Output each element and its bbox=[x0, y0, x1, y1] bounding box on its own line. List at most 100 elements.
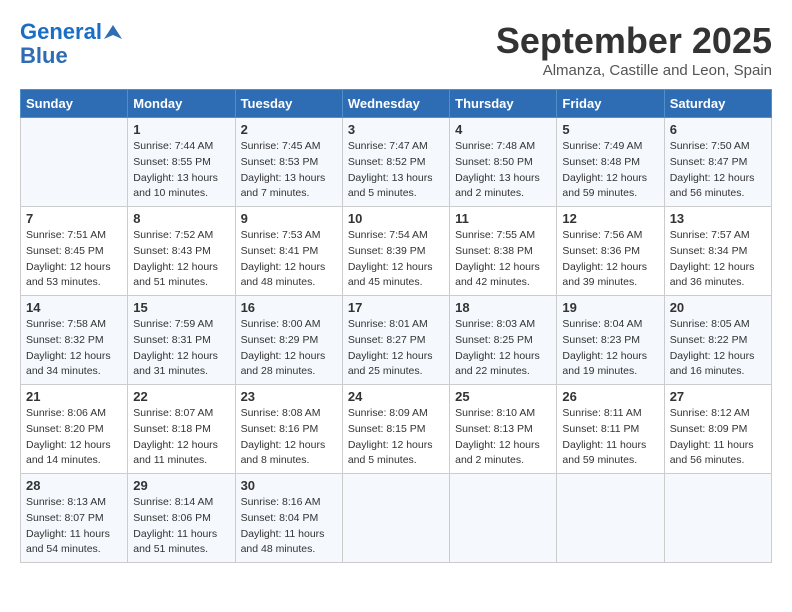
sunset-text: Sunset: 8:22 PM bbox=[670, 334, 748, 346]
day-number: 20 bbox=[670, 300, 766, 315]
sunset-text: Sunset: 8:06 PM bbox=[133, 512, 211, 524]
day-info: Sunrise: 8:10 AMSunset: 8:13 PMDaylight:… bbox=[455, 406, 551, 469]
calendar-cell: 9Sunrise: 7:53 AMSunset: 8:41 PMDaylight… bbox=[235, 207, 342, 296]
sunrise-text: Sunrise: 8:14 AM bbox=[133, 496, 213, 508]
week-row-0: 1Sunrise: 7:44 AMSunset: 8:55 PMDaylight… bbox=[21, 118, 772, 207]
sunset-text: Sunset: 8:20 PM bbox=[26, 423, 104, 435]
logo-text: General bbox=[20, 20, 102, 44]
calendar-cell: 12Sunrise: 7:56 AMSunset: 8:36 PMDayligh… bbox=[557, 207, 664, 296]
sunrise-text: Sunrise: 7:57 AM bbox=[670, 229, 750, 241]
day-info: Sunrise: 7:51 AMSunset: 8:45 PMDaylight:… bbox=[26, 228, 122, 291]
sunrise-text: Sunrise: 8:03 AM bbox=[455, 318, 535, 330]
calendar-cell: 7 Sunrise: 7:51 AMSunset: 8:45 PMDaylight… bbox=[21, 207, 128, 296]
day-number: 4 bbox=[455, 122, 551, 137]
daylight-text: Daylight: 12 hours and 2 minutes. bbox=[455, 439, 540, 467]
sunset-text: Sunset: 8:38 PM bbox=[455, 245, 533, 257]
day-info: Sunrise: 7:50 AMSunset: 8:47 PMDaylight:… bbox=[670, 139, 766, 202]
sunrise-text: Sunrise: 8:10 AM bbox=[455, 407, 535, 419]
day-number: 23 bbox=[241, 389, 337, 404]
sunrise-text: Sunrise: 8:16 AM bbox=[241, 496, 321, 508]
calendar-cell: 3Sunrise: 7:47 AMSunset: 8:52 PMDaylight… bbox=[342, 118, 449, 207]
header-friday: Friday bbox=[557, 90, 664, 118]
daylight-text: Daylight: 12 hours and 31 minutes. bbox=[133, 350, 218, 378]
calendar-cell: 25 Sunrise: 8:10 AMSunset: 8:13 PMDayligh… bbox=[450, 385, 557, 474]
sunset-text: Sunset: 8:41 PM bbox=[241, 245, 319, 257]
daylight-text: Daylight: 11 hours and 51 minutes. bbox=[133, 528, 217, 556]
sunrise-text: Sunrise: 7:45 AM bbox=[241, 140, 321, 152]
sunset-text: Sunset: 8:18 PM bbox=[133, 423, 211, 435]
calendar-cell: 27Sunrise: 8:12 AMSunset: 8:09 PMDayligh… bbox=[664, 385, 771, 474]
logo-blue-text: Blue bbox=[20, 44, 122, 68]
daylight-text: Daylight: 12 hours and 34 minutes. bbox=[26, 350, 111, 378]
calendar-cell: 30Sunrise: 8:16 AMSunset: 8:04 PMDayligh… bbox=[235, 474, 342, 563]
day-info: Sunrise: 7:55 AMSunset: 8:38 PMDaylight:… bbox=[455, 228, 551, 291]
day-number: 24 bbox=[348, 389, 444, 404]
header-tuesday: Tuesday bbox=[235, 90, 342, 118]
header-monday: Monday bbox=[128, 90, 235, 118]
day-info: Sunrise: 8:04 AMSunset: 8:23 PMDaylight:… bbox=[562, 317, 658, 380]
header-saturday: Saturday bbox=[664, 90, 771, 118]
sunset-text: Sunset: 8:04 PM bbox=[241, 512, 319, 524]
sunrise-text: Sunrise: 8:11 AM bbox=[562, 407, 641, 419]
daylight-text: Daylight: 11 hours and 48 minutes. bbox=[241, 528, 325, 556]
sunset-text: Sunset: 8:29 PM bbox=[241, 334, 319, 346]
day-number: 3 bbox=[348, 122, 444, 137]
calendar-cell: 20 Sunrise: 8:05 AMSunset: 8:22 PMDayligh… bbox=[664, 296, 771, 385]
sunrise-text: Sunrise: 8:01 AM bbox=[348, 318, 428, 330]
daylight-text: Daylight: 12 hours and 51 minutes. bbox=[133, 261, 218, 289]
sunset-text: Sunset: 8:23 PM bbox=[562, 334, 640, 346]
day-number: 27 bbox=[670, 389, 766, 404]
calendar-table: SundayMondayTuesdayWednesdayThursdayFrid… bbox=[20, 89, 772, 563]
sunset-text: Sunset: 8:11 PM bbox=[562, 423, 639, 435]
sunset-text: Sunset: 8:48 PM bbox=[562, 156, 640, 168]
sunrise-text: Sunrise: 7:49 AM bbox=[562, 140, 642, 152]
calendar-cell: 18Sunrise: 8:03 AMSunset: 8:25 PMDayligh… bbox=[450, 296, 557, 385]
day-info: Sunrise: 8:00 AMSunset: 8:29 PMDaylight:… bbox=[241, 317, 337, 380]
sunrise-text: Sunrise: 7:55 AM bbox=[455, 229, 535, 241]
day-number: 25 bbox=[455, 389, 551, 404]
sunset-text: Sunset: 8:43 PM bbox=[133, 245, 211, 257]
sunrise-text: Sunrise: 8:06 AM bbox=[26, 407, 106, 419]
day-info: Sunrise: 7:56 AMSunset: 8:36 PMDaylight:… bbox=[562, 228, 658, 291]
location-text: Almanza, Castille and Leon, Spain bbox=[496, 62, 772, 79]
day-info: Sunrise: 8:06 AM Sunset: 8:20 PM Daylight:… bbox=[26, 406, 122, 469]
day-number: 19 bbox=[562, 300, 658, 315]
calendar-cell: 13Sunrise: 7:57 AMSunset: 8:34 PMDayligh… bbox=[664, 207, 771, 296]
calendar-cell: 8Sunrise: 7:52 AMSunset: 8:43 PMDaylight… bbox=[128, 207, 235, 296]
sunset-text: Sunset: 8:47 PM bbox=[670, 156, 748, 168]
day-info: Sunrise: 8:09 AMSunset: 8:15 PMDaylight:… bbox=[348, 406, 444, 469]
sunrise-text: Sunrise: 7:58 AM bbox=[26, 318, 106, 330]
daylight-text: Daylight: 12 hours and 16 minutes. bbox=[670, 350, 755, 378]
daylight-text: Daylight: 13 hours and 7 minutes. bbox=[241, 172, 326, 200]
sunset-text: Sunset: 8:39 PM bbox=[348, 245, 426, 257]
day-number: 7 bbox=[26, 211, 122, 226]
calendar-cell: 10 Sunrise: 7:54 AMSunset: 8:39 PMDayligh… bbox=[342, 207, 449, 296]
daylight-text: Daylight: 12 hours and 22 minutes. bbox=[455, 350, 540, 378]
sunset-text: Sunset: 8:50 PM bbox=[455, 156, 533, 168]
calendar-cell bbox=[557, 474, 664, 563]
daylight-text: Daylight: 12 hours and 53 minutes. bbox=[26, 261, 111, 289]
day-number: 6 bbox=[670, 122, 766, 137]
day-info: Sunrise: 7:44 AMSunset: 8:55 PMDaylight:… bbox=[133, 139, 229, 202]
day-number: 2 bbox=[241, 122, 337, 137]
day-number: 5 bbox=[562, 122, 658, 137]
sunrise-text: Sunrise: 7:50 AM bbox=[670, 140, 750, 152]
calendar-cell: 24 Sunrise: 8:09 AMSunset: 8:15 PMDayligh… bbox=[342, 385, 449, 474]
daylight-text: Daylight: 12 hours and 19 minutes. bbox=[562, 350, 647, 378]
daylight-text: Daylight: 11 hours and 59 minutes. bbox=[562, 439, 646, 467]
calendar-cell bbox=[342, 474, 449, 563]
week-row-4: 28Sunrise: 8:13 AMSunset: 8:07 PMDayligh… bbox=[21, 474, 772, 563]
day-info: Sunrise: 8:05 AMSunset: 8:22 PMDaylight:… bbox=[670, 317, 766, 380]
daylight-text: Daylight: 12 hours and 5 minutes. bbox=[348, 439, 433, 467]
sunrise-text: Sunrise: 8:12 AM bbox=[670, 407, 750, 419]
day-number: 10 bbox=[348, 211, 444, 226]
day-info: Sunrise: 7:54 AMSunset: 8:39 PMDaylight:… bbox=[348, 228, 444, 291]
daylight-text: Daylight: 12 hours and 14 minutes. bbox=[26, 439, 111, 467]
sunset-text: Sunset: 8:45 PM bbox=[26, 245, 104, 257]
day-number: 26 bbox=[562, 389, 658, 404]
daylight-text: Daylight: 12 hours and 39 minutes. bbox=[562, 261, 647, 289]
day-info: Sunrise: 7:49 AMSunset: 8:48 PMDaylight:… bbox=[562, 139, 658, 202]
daylight-text: Daylight: 12 hours and 8 minutes. bbox=[241, 439, 326, 467]
day-info: Sunrise: 8:08 AMSunset: 8:16 PMDaylight:… bbox=[241, 406, 337, 469]
calendar-cell bbox=[21, 118, 128, 207]
